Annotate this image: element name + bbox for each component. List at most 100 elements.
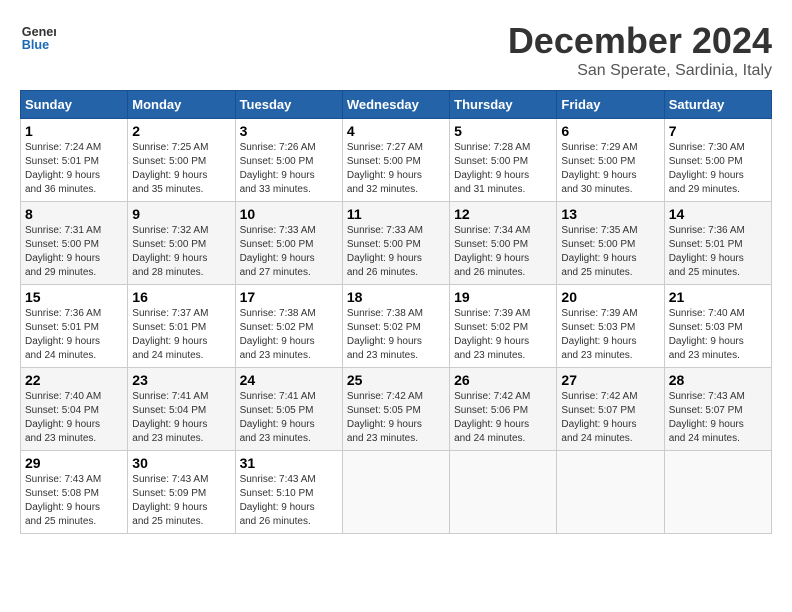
day-info: Sunrise: 7:40 AM Sunset: 5:04 PM Dayligh… (25, 390, 123, 446)
calendar-week-row: 22 Sunrise: 7:40 AM Sunset: 5:04 PM Dayli… (21, 368, 772, 451)
day-info: Sunrise: 7:24 AM Sunset: 5:01 PM Dayligh… (25, 141, 123, 197)
day-info: Sunrise: 7:26 AM Sunset: 5:00 PM Dayligh… (240, 141, 338, 197)
day-number: 22 (25, 372, 123, 388)
calendar-day-cell: 24Sunrise: 7:41 AM Sunset: 5:05 PM Dayli… (235, 368, 342, 451)
calendar-day-cell: 20 Sunrise: 7:39 AM Sunset: 5:03 PM Dayli… (557, 285, 664, 368)
calendar-day-cell: 18Sunrise: 7:38 AM Sunset: 5:02 PM Dayli… (342, 285, 449, 368)
day-of-week-header: Sunday (21, 91, 128, 119)
day-number: 17 (240, 289, 338, 305)
day-of-week-header: Monday (128, 91, 235, 119)
day-info: Sunrise: 7:43 AM Sunset: 5:10 PM Dayligh… (240, 473, 338, 529)
day-info: Sunrise: 7:39 AM Sunset: 5:03 PM Dayligh… (561, 307, 659, 363)
day-number: 30 (132, 455, 230, 471)
calendar-day-cell: 8 Sunrise: 7:31 AM Sunset: 5:00 PM Daylig… (21, 202, 128, 285)
day-number: 2 (132, 123, 230, 139)
day-info: Sunrise: 7:29 AM Sunset: 5:00 PM Dayligh… (561, 141, 659, 197)
day-info: Sunrise: 7:33 AM Sunset: 5:00 PM Dayligh… (240, 224, 338, 280)
day-info: Sunrise: 7:36 AM Sunset: 5:01 PM Dayligh… (669, 224, 767, 280)
day-number: 31 (240, 455, 338, 471)
calendar-header-row: SundayMondayTuesdayWednesdayThursdayFrid… (21, 91, 772, 119)
calendar-day-cell: 30 Sunrise: 7:43 AM Sunset: 5:09 PM Dayli… (128, 451, 235, 534)
header: General Blue December 2024 San Sperate, … (20, 20, 772, 80)
location-subtitle: San Sperate, Sardinia, Italy (508, 62, 772, 80)
day-number: 7 (669, 123, 767, 139)
day-number: 13 (561, 206, 659, 222)
day-info: Sunrise: 7:30 AM Sunset: 5:00 PM Dayligh… (669, 141, 767, 197)
svg-text:Blue: Blue (22, 38, 49, 52)
calendar-day-cell: 4 Sunrise: 7:27 AM Sunset: 5:00 PM Daylig… (342, 119, 449, 202)
day-number: 23 (132, 372, 230, 388)
day-number: 6 (561, 123, 659, 139)
day-info: Sunrise: 7:27 AM Sunset: 5:00 PM Dayligh… (347, 141, 445, 197)
day-number: 26 (454, 372, 552, 388)
day-number: 29 (25, 455, 123, 471)
day-number: 21 (669, 289, 767, 305)
day-info: Sunrise: 7:42 AM Sunset: 5:07 PM Dayligh… (561, 390, 659, 446)
calendar-day-cell: 29 Sunrise: 7:43 AM Sunset: 5:08 PM Dayli… (21, 451, 128, 534)
day-info: Sunrise: 7:42 AM Sunset: 5:06 PM Dayligh… (454, 390, 552, 446)
calendar-table: SundayMondayTuesdayWednesdayThursdayFrid… (20, 90, 772, 534)
calendar-day-cell: 2 Sunrise: 7:25 AM Sunset: 5:00 PM Daylig… (128, 119, 235, 202)
day-info: Sunrise: 7:36 AM Sunset: 5:01 PM Dayligh… (25, 307, 123, 363)
calendar-day-cell: 19Sunrise: 7:39 AM Sunset: 5:02 PM Dayli… (450, 285, 557, 368)
calendar-day-cell: 15 Sunrise: 7:36 AM Sunset: 5:01 PM Dayli… (21, 285, 128, 368)
calendar-day-cell: 16 Sunrise: 7:37 AM Sunset: 5:01 PM Dayli… (128, 285, 235, 368)
calendar-day-cell (342, 451, 449, 534)
day-info: Sunrise: 7:43 AM Sunset: 5:08 PM Dayligh… (25, 473, 123, 529)
logo-icon: General Blue (20, 20, 56, 56)
calendar-day-cell: 11 Sunrise: 7:33 AM Sunset: 5:00 PM Dayli… (342, 202, 449, 285)
day-of-week-header: Wednesday (342, 91, 449, 119)
day-number: 24 (240, 372, 338, 388)
day-info: Sunrise: 7:25 AM Sunset: 5:00 PM Dayligh… (132, 141, 230, 197)
calendar-day-cell: 7 Sunrise: 7:30 AM Sunset: 5:00 PM Daylig… (664, 119, 771, 202)
day-info: Sunrise: 7:34 AM Sunset: 5:00 PM Dayligh… (454, 224, 552, 280)
day-number: 27 (561, 372, 659, 388)
day-number: 25 (347, 372, 445, 388)
calendar-day-cell: 5 Sunrise: 7:28 AM Sunset: 5:00 PM Daylig… (450, 119, 557, 202)
day-number: 16 (132, 289, 230, 305)
calendar-day-cell: 23 Sunrise: 7:41 AM Sunset: 5:04 PM Dayli… (128, 368, 235, 451)
day-info: Sunrise: 7:33 AM Sunset: 5:00 PM Dayligh… (347, 224, 445, 280)
day-info: Sunrise: 7:38 AM Sunset: 5:02 PM Dayligh… (240, 307, 338, 363)
day-info: Sunrise: 7:43 AM Sunset: 5:09 PM Dayligh… (132, 473, 230, 529)
day-info: Sunrise: 7:43 AM Sunset: 5:07 PM Dayligh… (669, 390, 767, 446)
calendar-day-cell: 3 Sunrise: 7:26 AM Sunset: 5:00 PM Daylig… (235, 119, 342, 202)
day-number: 19 (454, 289, 552, 305)
day-of-week-header: Saturday (664, 91, 771, 119)
day-info: Sunrise: 7:37 AM Sunset: 5:01 PM Dayligh… (132, 307, 230, 363)
day-of-week-header: Thursday (450, 91, 557, 119)
day-number: 5 (454, 123, 552, 139)
day-number: 20 (561, 289, 659, 305)
logo: General Blue (20, 20, 56, 56)
day-number: 10 (240, 206, 338, 222)
day-number: 3 (240, 123, 338, 139)
day-info: Sunrise: 7:42 AM Sunset: 5:05 PM Dayligh… (347, 390, 445, 446)
calendar-week-row: 29 Sunrise: 7:43 AM Sunset: 5:08 PM Dayli… (21, 451, 772, 534)
day-number: 4 (347, 123, 445, 139)
month-title: December 2024 (508, 20, 772, 62)
calendar-day-cell: 14 Sunrise: 7:36 AM Sunset: 5:01 PM Dayli… (664, 202, 771, 285)
day-number: 28 (669, 372, 767, 388)
day-number: 15 (25, 289, 123, 305)
day-number: 8 (25, 206, 123, 222)
day-number: 1 (25, 123, 123, 139)
calendar-body: 1 Sunrise: 7:24 AM Sunset: 5:01 PM Daylig… (21, 119, 772, 534)
calendar-day-cell (664, 451, 771, 534)
calendar-day-cell: 10 Sunrise: 7:33 AM Sunset: 5:00 PM Dayli… (235, 202, 342, 285)
day-number: 11 (347, 206, 445, 222)
calendar-day-cell: 12 Sunrise: 7:34 AM Sunset: 5:00 PM Dayli… (450, 202, 557, 285)
day-of-week-header: Friday (557, 91, 664, 119)
day-info: Sunrise: 7:32 AM Sunset: 5:00 PM Dayligh… (132, 224, 230, 280)
calendar-week-row: 8 Sunrise: 7:31 AM Sunset: 5:00 PM Daylig… (21, 202, 772, 285)
calendar-day-cell: 31 Sunrise: 7:43 AM Sunset: 5:10 PM Dayli… (235, 451, 342, 534)
calendar-week-row: 15 Sunrise: 7:36 AM Sunset: 5:01 PM Dayli… (21, 285, 772, 368)
day-info: Sunrise: 7:41 AM Sunset: 5:04 PM Dayligh… (132, 390, 230, 446)
calendar-day-cell: 1 Sunrise: 7:24 AM Sunset: 5:01 PM Daylig… (21, 119, 128, 202)
calendar-day-cell (557, 451, 664, 534)
day-number: 14 (669, 206, 767, 222)
calendar-day-cell: 6 Sunrise: 7:29 AM Sunset: 5:00 PM Daylig… (557, 119, 664, 202)
day-info: Sunrise: 7:28 AM Sunset: 5:00 PM Dayligh… (454, 141, 552, 197)
day-info: Sunrise: 7:31 AM Sunset: 5:00 PM Dayligh… (25, 224, 123, 280)
calendar-day-cell (450, 451, 557, 534)
day-number: 12 (454, 206, 552, 222)
